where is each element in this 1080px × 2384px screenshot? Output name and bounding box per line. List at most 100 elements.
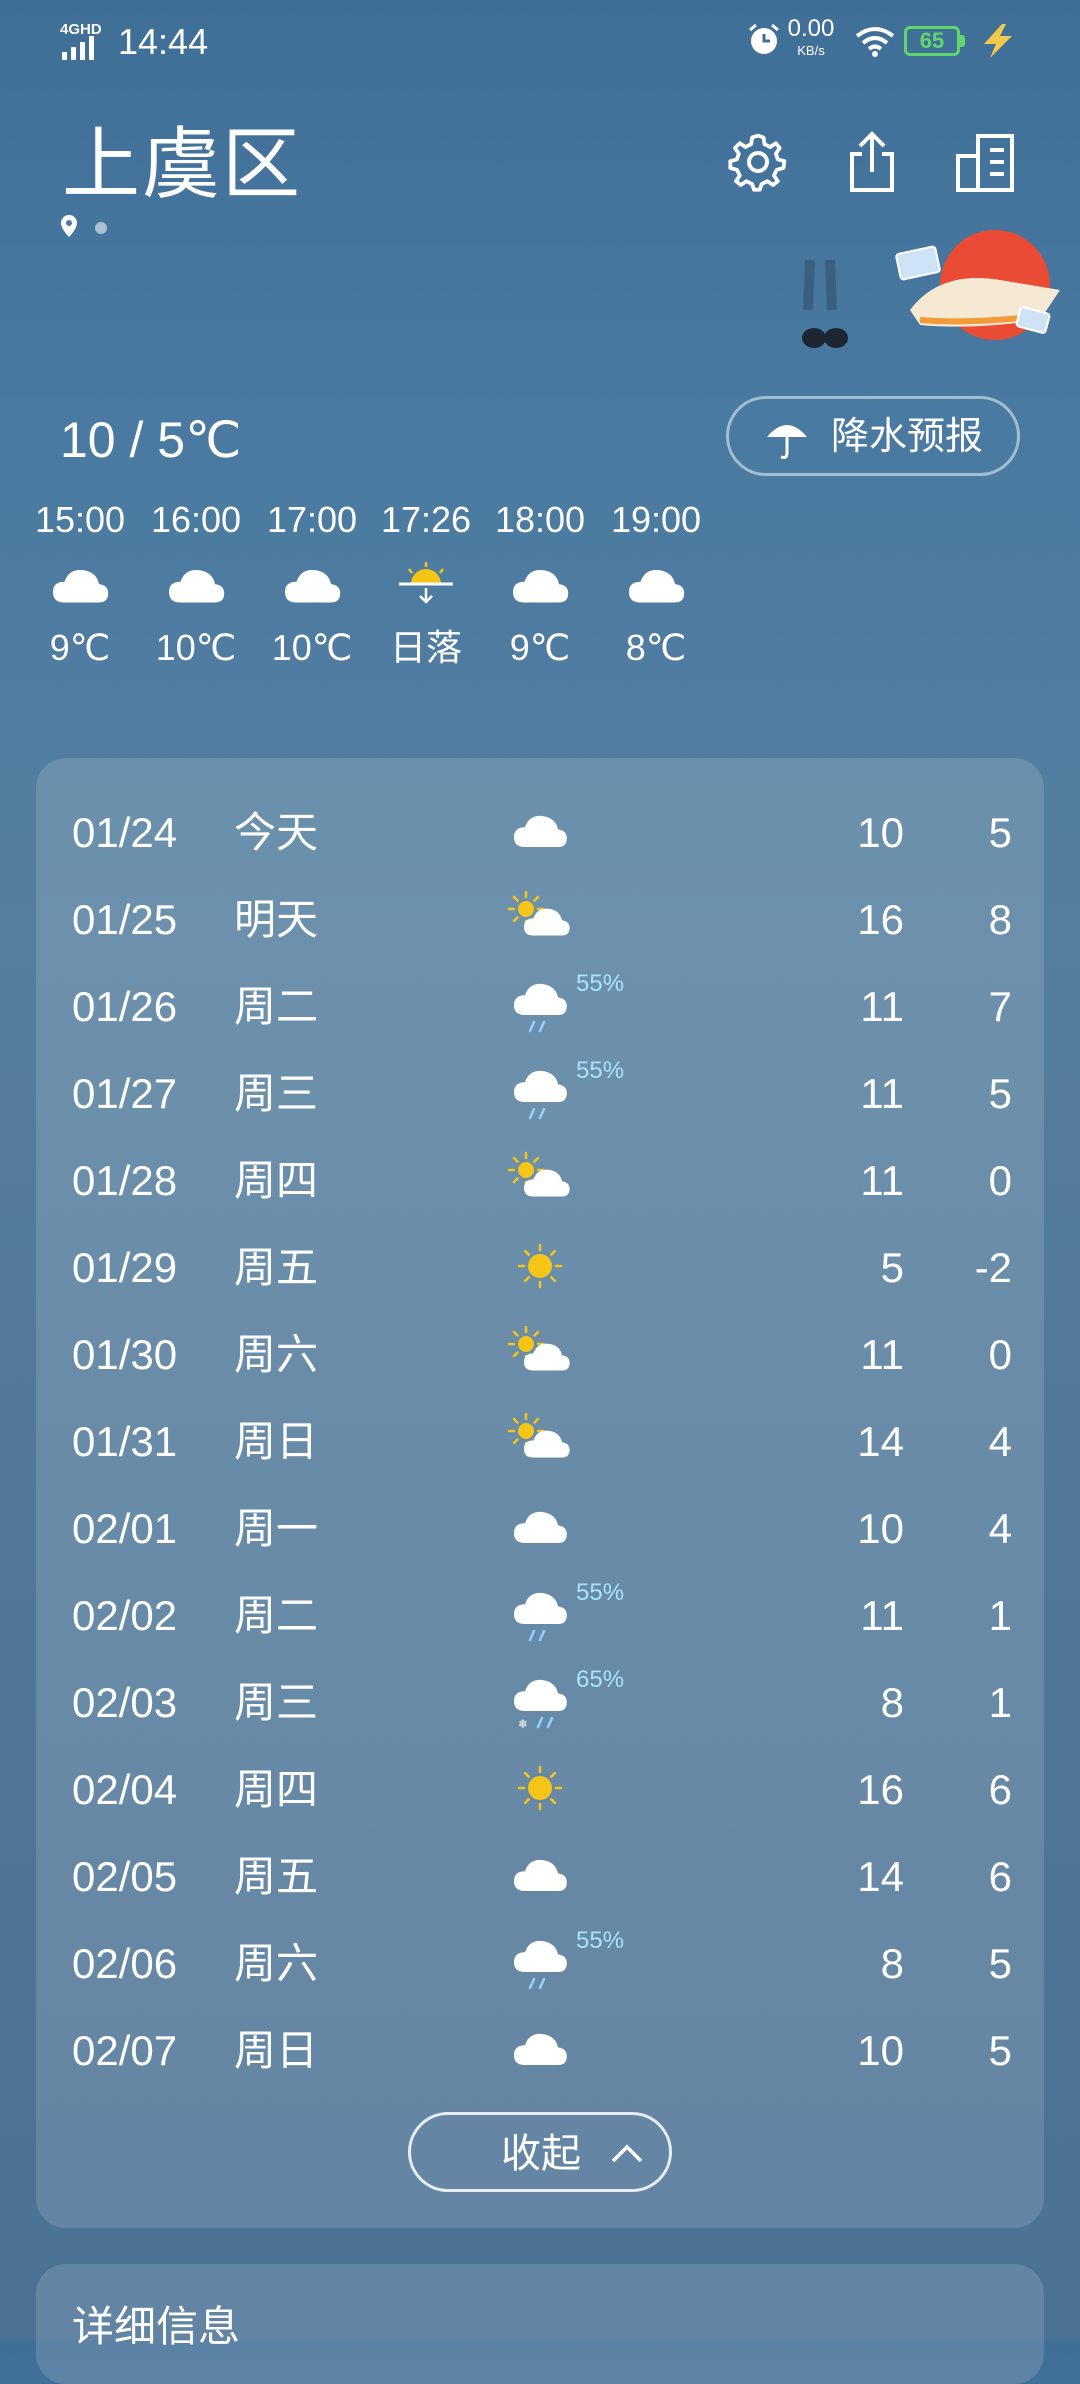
daily-high: 16: [857, 896, 904, 943]
rain-icon: [514, 1592, 567, 1642]
daily-low: 5: [988, 809, 1012, 856]
daily-weekday: 周一: [234, 1505, 319, 1552]
partly-cloudy-icon: [507, 1151, 570, 1197]
collapse-label: 收起: [501, 2132, 581, 2176]
speed-unit: KB/s: [797, 43, 825, 58]
daily-row[interactable]: 01/25 明天 16 8: [36, 877, 1044, 964]
daily-row[interactable]: 01/26 周二 55% 11 7: [36, 964, 1044, 1051]
daily-date: 02/01: [72, 1505, 178, 1552]
rain-icon: [514, 1940, 567, 1990]
network-speed: 0.00 KB/s: [786, 15, 836, 62]
daily-low: 1: [988, 1592, 1012, 1639]
daily-date: 02/07: [72, 2027, 178, 2074]
daily-row[interactable]: 01/31 周日 14 4: [36, 1399, 1044, 1486]
daily-high: 5: [880, 1244, 904, 1291]
daily-high: 11: [860, 1070, 904, 1117]
precipitation-forecast-label: 降水预报: [831, 416, 984, 458]
daily-weekday: 周五: [234, 1244, 319, 1291]
daily-high: 8: [880, 1940, 904, 1987]
daily-date: 01/31: [72, 1418, 178, 1465]
detail-info-title: 详细信息: [72, 2303, 241, 2350]
city-manage-icon[interactable]: [954, 130, 1018, 194]
daily-weekday: 周六: [234, 1331, 319, 1378]
sunny-icon: [517, 1243, 563, 1289]
rain-icon: [514, 1070, 567, 1120]
city-name[interactable]: 上虞区: [62, 118, 302, 210]
daily-low: -2: [974, 1244, 1012, 1291]
daily-weekday: 明天: [234, 896, 319, 943]
daily-date: 01/27: [72, 1070, 178, 1117]
sunny-icon: [517, 1765, 563, 1811]
hourly-item: 19:00 8℃: [586, 498, 726, 670]
daily-high: 11: [860, 1157, 904, 1204]
daily-row[interactable]: 01/28 周四 11 0: [36, 1138, 1044, 1225]
daily-date: 01/26: [72, 983, 178, 1030]
battery-indicator: 65: [904, 26, 960, 56]
daily-high: 14: [857, 1853, 904, 1900]
daily-row[interactable]: 02/04 周四 16 6: [36, 1747, 1044, 1834]
today-temp-range: 10 / 5℃: [60, 412, 242, 468]
daily-date: 01/29: [72, 1244, 178, 1291]
daily-precip-chance: 55%: [576, 970, 625, 997]
daily-weekday: 周四: [234, 1766, 319, 1813]
rain-icon: [514, 983, 567, 1033]
cloudy-icon: [513, 569, 569, 603]
daily-low: 8: [988, 896, 1012, 943]
daily-row[interactable]: 02/02 周二 55% 11 1: [36, 1573, 1044, 1660]
daily-date: 01/30: [72, 1331, 178, 1378]
share-icon[interactable]: [840, 130, 904, 194]
hourly-time: 19:00: [610, 499, 702, 540]
daily-high: 11: [860, 1331, 904, 1378]
daily-weekday: 周三: [234, 1679, 319, 1726]
daily-weekday: 周六: [234, 1940, 319, 1987]
daily-row[interactable]: 01/30 周六 11 0: [36, 1312, 1044, 1399]
partly-cloudy-icon: [507, 1412, 570, 1458]
collapse-button[interactable]: 收起: [408, 2112, 672, 2192]
partly-cloudy-icon: [507, 890, 570, 936]
daily-date: 01/25: [72, 896, 178, 943]
daily-row[interactable]: 02/06 周六 55% 8 5: [36, 1921, 1044, 2008]
daily-low: 4: [988, 1505, 1012, 1552]
daily-weekday: 周五: [234, 1853, 319, 1900]
cloudy-icon: [53, 569, 109, 603]
daily-high: 11: [860, 1592, 904, 1639]
daily-row[interactable]: 02/03 周三 ❄ 65% 8 1: [36, 1660, 1044, 1747]
daily-date: 02/02: [72, 1592, 178, 1639]
cloudy-icon: [514, 1859, 567, 1891]
umbrella-icon: [767, 425, 807, 459]
daily-weekday: 周四: [234, 1157, 319, 1204]
daily-row[interactable]: 02/07 周日 10 5: [36, 2008, 1044, 2095]
daily-weekday: 今天: [234, 809, 319, 856]
cloudy-icon: [169, 569, 225, 603]
daily-date: 02/05: [72, 1853, 178, 1900]
daily-row[interactable]: 01/29 周五 5 -2: [36, 1225, 1044, 1312]
daily-weekday: 周日: [234, 1418, 319, 1465]
charging-icon: [984, 24, 1012, 58]
daily-high: 14: [857, 1418, 904, 1465]
daily-row[interactable]: 01/27 周三 55% 11 5: [36, 1051, 1044, 1138]
daily-low: 4: [988, 1418, 1012, 1465]
chevron-up-icon: [611, 2144, 643, 2163]
settings-icon[interactable]: [726, 130, 790, 194]
cloudy-icon: [629, 569, 685, 603]
daily-high: 16: [857, 1766, 904, 1813]
location-pin-icon: [61, 215, 77, 237]
daily-high: 10: [857, 1505, 904, 1552]
daily-weekday: 周二: [234, 1592, 319, 1639]
daily-row[interactable]: 02/05 周五 14 6: [36, 1834, 1044, 1921]
daily-high: 11: [860, 983, 904, 1030]
daily-high: 8: [880, 1679, 904, 1726]
daily-low: 0: [988, 1157, 1012, 1204]
daily-low: 6: [988, 1766, 1012, 1813]
speed-value: 0.00: [787, 15, 835, 42]
cloudy-icon: [514, 2033, 567, 2065]
daily-weekday: 周二: [234, 983, 319, 1030]
daily-weekday: 周三: [234, 1070, 319, 1117]
sunset-icon: [399, 562, 453, 604]
daily-row[interactable]: 01/24 今天 10 5: [36, 790, 1044, 877]
promo-illustration[interactable]: [770, 230, 1070, 370]
daily-date: 01/24: [72, 809, 178, 856]
precipitation-forecast-button[interactable]: 降水预报: [726, 396, 1020, 476]
daily-row[interactable]: 02/01 周一 10 4: [36, 1486, 1044, 1573]
daily-date: 02/03: [72, 1679, 178, 1726]
